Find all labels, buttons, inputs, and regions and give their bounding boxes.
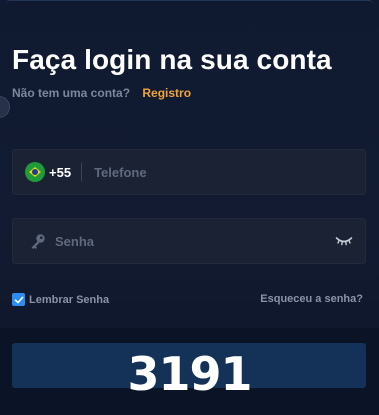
flag-globe <box>32 169 38 175</box>
signup-prompt: Não tem uma conta? Registro <box>12 86 191 100</box>
signup-prompt-text: Não tem uma conta? <box>12 86 131 100</box>
register-link[interactable]: Registro <box>142 86 191 100</box>
panel-top-border <box>6 0 373 4</box>
key-icon <box>31 234 45 249</box>
login-button[interactable] <box>12 343 366 388</box>
field-divider <box>81 163 83 181</box>
country-code[interactable]: +55 <box>49 165 71 180</box>
remember-password-toggle[interactable]: Lembrar Senha <box>12 293 109 306</box>
side-circle-decoration <box>0 96 10 118</box>
password-input[interactable] <box>53 232 335 250</box>
remember-checkbox[interactable] <box>12 293 25 306</box>
phone-input[interactable] <box>92 163 365 181</box>
forgot-password-link[interactable]: Esqueceu a senha? <box>260 293 363 305</box>
eye-closed-icon[interactable] <box>335 235 353 247</box>
checkmark-icon <box>14 296 23 303</box>
brazil-flag-icon[interactable] <box>25 162 45 182</box>
remember-label[interactable]: Lembrar Senha <box>29 294 109 306</box>
password-field[interactable] <box>12 218 366 264</box>
phone-field[interactable]: +55 <box>12 149 366 195</box>
login-panel: Faça login na sua conta Não tem uma cont… <box>0 0 379 415</box>
page-title: Faça login na sua conta <box>12 44 332 75</box>
